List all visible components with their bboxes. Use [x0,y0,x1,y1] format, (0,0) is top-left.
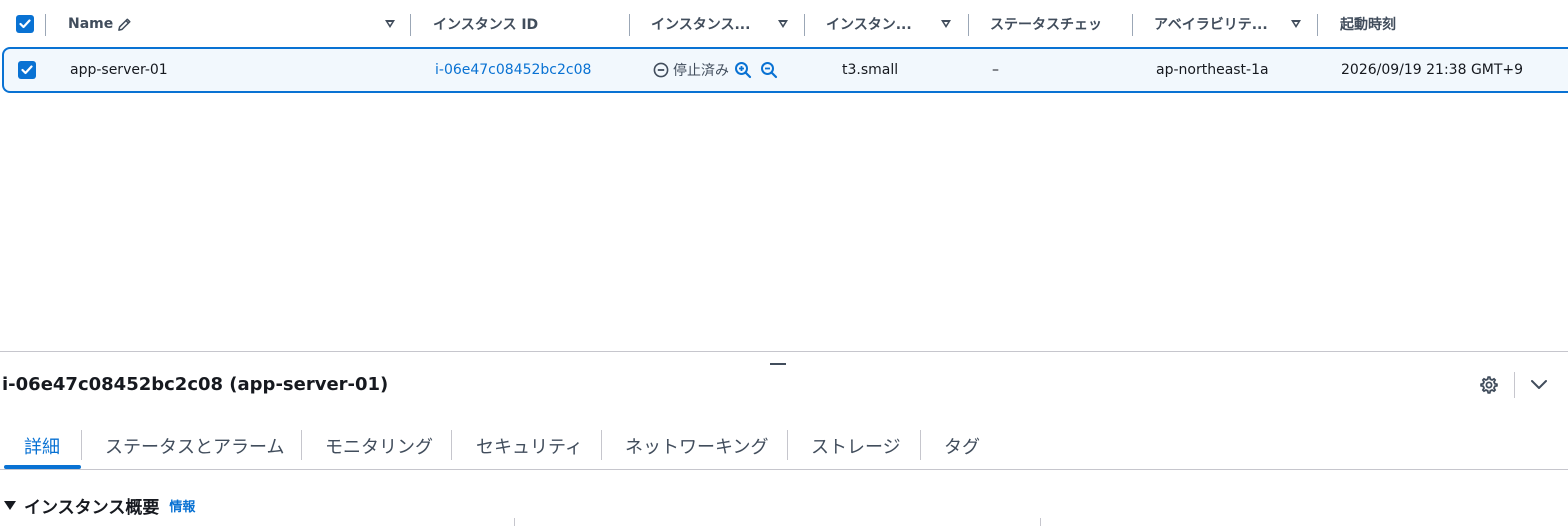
tabs-underline [0,469,1568,470]
cell-name: app-server-01 [70,62,168,78]
select-all-checkbox[interactable] [16,0,34,48]
tab-divider [787,430,788,460]
column-header-label: Name [68,16,114,32]
sort-caret-icon[interactable] [941,20,951,28]
gear-icon[interactable] [1479,375,1499,395]
detail-tabs: 詳細 ステータスとアラーム モニタリング セキュリティ ネットワーキング ストレ… [0,424,1568,470]
tab-divider [301,430,302,460]
caret-down-icon[interactable] [4,501,16,510]
instance-state-label: 停止済み [673,63,729,79]
cell-status-check: – [992,62,999,78]
column-divider[interactable] [804,14,805,36]
tab-status-and-alarms[interactable]: ステータスとアラーム [105,424,284,468]
checkbox-checked-icon [18,61,36,79]
panel-action-divider [1514,372,1515,398]
pencil-icon [117,17,132,32]
column-divider[interactable] [629,14,630,36]
tab-storage[interactable]: ストレージ [811,424,901,468]
column-header-instance-id[interactable]: インスタンス ID [433,0,618,48]
resize-handle[interactable] [770,363,786,365]
sort-caret-icon[interactable] [1291,20,1301,28]
column-header-label: インスタンス ID [433,17,539,33]
cell-instance-type: t3.small [842,62,899,78]
column-divider[interactable] [968,14,969,36]
table-row[interactable]: app-server-01 i-06e47c08452bc2c08 停止済み t… [2,47,1568,93]
tab-tags[interactable]: タグ [944,424,980,468]
column-header-name[interactable]: Name [68,0,398,48]
column-header-launch-time[interactable]: 起動時刻 [1340,0,1540,48]
column-header-label: インスタン... [826,17,912,33]
detail-panel-title: i-06e47c08452bc2c08 (app-server-01) [2,374,389,395]
stopped-circle-icon [653,62,669,78]
instance-id-link[interactable]: i-06e47c08452bc2c08 [435,49,591,91]
cell-availability-zone: ap-northeast-1a [1156,62,1269,78]
table-header: Name インスタンス ID インスタンス... インスタン... ステータスチ… [0,0,1568,48]
sort-caret-icon[interactable] [778,20,788,28]
row-select-checkbox[interactable] [18,49,36,91]
tab-divider [81,430,82,460]
column-divider [45,14,46,36]
zoom-in-icon[interactable] [734,61,752,79]
column-divider [514,518,515,526]
section-title: インスタンス概要 [24,498,160,518]
tab-divider [451,430,452,460]
column-header-status-check[interactable]: ステータスチェッ [990,0,1120,48]
column-header-label: ステータスチェッ [990,17,1102,33]
column-header-label: 起動時刻 [1340,17,1396,33]
tab-networking[interactable]: ネットワーキング [625,424,768,468]
zoom-out-icon[interactable] [760,61,778,79]
checkbox-checked-icon [16,15,34,33]
instances-table: Name インスタンス ID インスタンス... インスタン... ステータスチ… [0,0,1568,350]
info-link[interactable]: 情報 [169,496,195,515]
column-divider[interactable] [1132,14,1133,36]
tab-details[interactable]: 詳細 [24,424,60,468]
column-header-label: アベイラビリテ... [1154,17,1268,33]
sort-caret-icon[interactable] [385,20,395,28]
chevron-down-icon[interactable] [1529,377,1549,393]
split-panel-divider [0,351,1568,352]
instance-summary-header[interactable]: インスタンス概要 情報 [4,493,195,518]
tab-monitoring[interactable]: モニタリング [325,424,433,468]
column-divider[interactable] [410,14,411,36]
cell-launch-time: 2026/09/19 21:38 GMT+9 [1341,62,1524,78]
column-header-instance-type[interactable]: インスタン... [826,0,961,48]
column-header-availability-zone[interactable]: アベイラビリテ... [1154,0,1309,48]
tab-divider [601,430,602,460]
column-divider [1040,518,1041,526]
column-divider[interactable] [1317,14,1318,36]
active-tab-indicator [4,465,81,469]
tab-divider [920,430,921,460]
tab-security[interactable]: セキュリティ [476,424,583,468]
column-header-instance-state[interactable]: インスタンス... [651,0,796,48]
cell-instance-state: 停止済み [653,49,778,91]
column-header-label: インスタンス... [651,17,751,33]
